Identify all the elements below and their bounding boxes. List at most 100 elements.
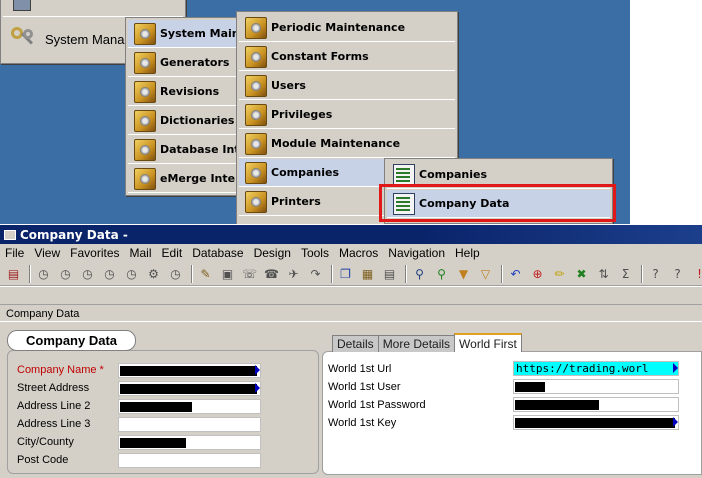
toolbar-separator [29,264,31,283]
menu-item-generators[interactable]: Generators [128,49,236,77]
menu-item-system-maintenance[interactable]: System Maint [128,20,236,48]
label-world-1st-password: World 1st Password [328,399,426,411]
menu-mail[interactable]: Mail [125,246,157,260]
menu-item-dictionaries[interactable]: Dictionaries [128,107,236,135]
menu-item-revisions[interactable]: Revisions [128,78,236,106]
company-name-field[interactable] [118,363,261,378]
menu-item-users[interactable]: Users [239,72,455,100]
menu-item-label: Periodic Maintenance [271,21,406,34]
label-post-code: Post Code [17,454,69,466]
toolbar-separator [405,264,407,283]
address-line-2-field[interactable] [118,399,261,414]
link-icon[interactable]: ↷ [306,264,325,283]
breadcrumb: Company Data [0,304,702,322]
menu-item-emerge-interface[interactable]: eMerge Inter [128,165,236,193]
sort-icon[interactable]: ⇅ [594,264,613,283]
filter-edit-icon[interactable]: ▽ [476,264,495,283]
sum-icon[interactable]: Σ [616,264,635,283]
city-county-field[interactable] [118,435,261,450]
clock-icon[interactable]: ◷ [100,264,119,283]
plane-icon[interactable]: ✈ [284,264,303,283]
filter-icon[interactable]: ▼ [454,264,473,283]
window-title-bar[interactable]: Company Data - [0,225,702,244]
world-1st-key-field[interactable] [513,415,679,430]
menu-item-module-maintenance[interactable]: Module Maintenance [239,130,455,158]
overflow-arrow-icon [673,363,678,373]
menu-item-database-interface[interactable]: Database Int [128,136,236,164]
clock-icon[interactable]: ◷ [166,264,185,283]
menu-tools[interactable]: Tools [296,246,334,260]
menu-item-label: Privileges [271,108,333,121]
menu-navigation[interactable]: Navigation [383,246,450,260]
menu-help[interactable]: Help [450,246,485,260]
menu-view[interactable]: View [29,246,65,260]
label-address-line-3: Address Line 3 [17,418,91,430]
label-world-1st-key: World 1st Key [328,417,397,429]
toolbar-separator [501,264,503,283]
edit-form-icon[interactable]: ✎ [196,264,215,283]
window-icon[interactable]: ▣ [218,264,237,283]
street-address-field[interactable] [118,381,261,396]
address-line-3-field[interactable] [118,417,261,432]
world-1st-user-field[interactable] [513,379,679,394]
print-icon[interactable]: ▤ [4,264,23,283]
paste-icon[interactable]: ▦ [358,264,377,283]
menu-macros[interactable]: Macros [334,246,383,260]
clock-icon[interactable]: ◷ [122,264,141,283]
undo-icon[interactable]: ↶ [506,264,525,283]
desktop-background: System Mana System Maint Generators Revi… [0,0,702,224]
world-1st-url-field[interactable]: https://trading.worl [513,361,679,376]
menu-item-label: Dictionaries [160,114,235,127]
menu-item-label: Printers [271,195,321,208]
tab-more-details[interactable]: More Details [377,335,456,352]
context-help-icon[interactable]: ? [668,264,687,283]
phone-icon[interactable]: ☎ [262,264,281,283]
folder-icon [245,45,267,68]
exit-icon[interactable]: ! [690,264,702,283]
settings-icon[interactable]: ⚙ [144,264,163,283]
menu-item-label: System Maint [160,27,236,40]
menu-item-privileges[interactable]: Privileges [239,101,455,129]
tab-strip: Details More Details World First [332,333,522,352]
label-world-1st-url: World 1st Url [328,363,392,375]
redacted-value [120,438,186,448]
menu-design[interactable]: Design [249,246,296,260]
redacted-value [515,418,675,428]
menu-favorites[interactable]: Favorites [65,246,124,260]
start-menu-item-partial[interactable] [3,0,183,17]
redacted-value [120,366,257,376]
help-icon[interactable]: ? [646,264,665,283]
menu-item-label: Users [271,79,306,92]
new-record-icon[interactable]: ⊕ [528,264,547,283]
clock-icon[interactable]: ◷ [34,264,53,283]
folder-icon [245,161,267,184]
clipboard-icon[interactable]: ▤ [380,264,399,283]
menu-database[interactable]: Database [187,246,248,260]
clock-icon[interactable]: ◷ [78,264,97,283]
delete-record-icon[interactable]: ✖ [572,264,591,283]
find-icon[interactable]: ⚲ [410,264,429,283]
submenu-system: System Maint Generators Revisions Dictio… [125,17,239,196]
clock-icon[interactable]: ◷ [56,264,75,283]
url-value: https://trading.worl [514,362,678,375]
tab-details[interactable]: Details [332,335,379,352]
toolbar-separator [331,264,333,283]
folder-icon [245,16,267,39]
find-next-icon[interactable]: ⚲ [432,264,451,283]
toolbar-separator [191,264,193,283]
tab-world-first[interactable]: World First [454,333,522,352]
menu-item-constant-forms[interactable]: Constant Forms [239,43,455,71]
redacted-value [120,402,192,412]
label-address-line-2: Address Line 2 [17,400,91,412]
window-title: Company Data - [20,227,128,242]
post-code-field[interactable] [118,453,261,468]
copy-icon[interactable]: ❐ [336,264,355,283]
world-1st-password-field[interactable] [513,397,679,412]
menu-file[interactable]: File [0,246,29,260]
phone-icon[interactable]: ☏ [240,264,259,283]
menu-item-periodic-maintenance[interactable]: Periodic Maintenance [239,14,455,42]
folder-icon [134,167,156,190]
menu-edit[interactable]: Edit [157,246,188,260]
edit-record-icon[interactable]: ✏ [550,264,569,283]
label-world-1st-user: World 1st User [328,381,401,393]
